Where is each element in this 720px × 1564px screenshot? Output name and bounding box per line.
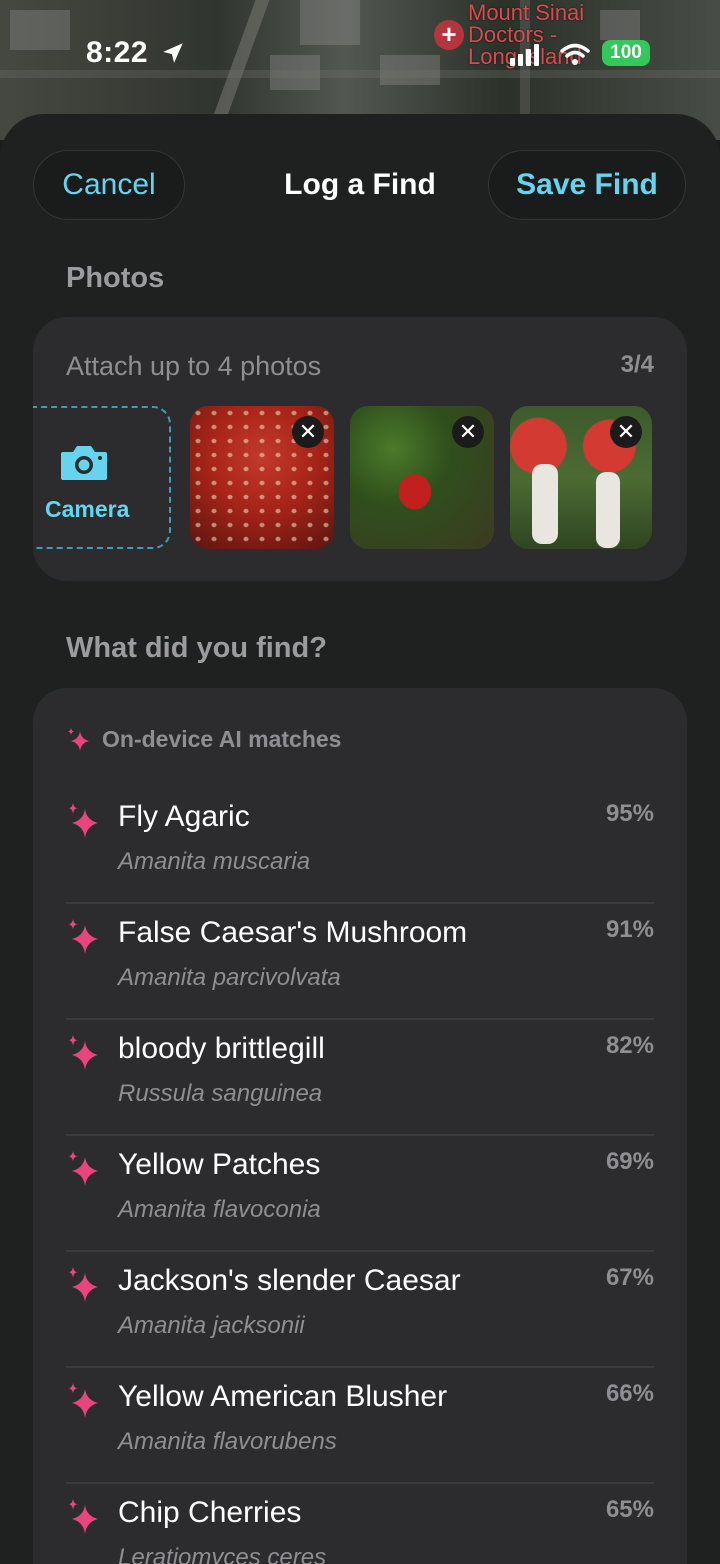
sparkle-icon <box>69 919 98 954</box>
sparkle-icon <box>69 1151 98 1186</box>
sparkle-icon <box>69 803 98 838</box>
match-scientific-name: Amanita flavoconia <box>118 1196 321 1223</box>
photo-count: 3/4 <box>620 351 654 378</box>
match-common-name: Chip Cherries <box>118 1496 302 1529</box>
camera-icon <box>61 446 107 480</box>
match-row[interactable]: Yellow Patches Amanita flavoconia 69% <box>66 1140 654 1256</box>
match-scientific-name: Amanita parcivolvata <box>118 964 341 991</box>
row-divider <box>66 1366 654 1368</box>
match-row[interactable]: Fly Agaric Amanita muscaria 95% <box>66 792 654 908</box>
match-confidence: 66% <box>605 1380 654 1407</box>
match-confidence: 69% <box>605 1148 654 1175</box>
row-divider <box>66 1250 654 1252</box>
match-scientific-name: Amanita muscaria <box>118 848 311 875</box>
photos-card: Attach up to 4 photos 3/4 Camera ✕ ✕ ✕ <box>33 317 687 581</box>
row-divider <box>66 1134 654 1136</box>
match-row[interactable]: Jackson's slender Caesar Amanita jacksoni… <box>66 1256 654 1372</box>
match-scientific-name: Amanita flavorubens <box>118 1428 337 1455</box>
sparkle-icon <box>69 1499 98 1534</box>
match-common-name: Yellow Patches <box>118 1148 321 1181</box>
match-common-name: Yellow American Blusher <box>118 1380 448 1413</box>
close-icon[interactable]: ✕ <box>452 416 484 448</box>
sparkle-icon <box>69 1035 98 1070</box>
photos-section-title: Photos <box>66 262 165 294</box>
photo-thumbnail[interactable]: ✕ <box>510 406 652 549</box>
match-confidence: 82% <box>605 1032 654 1059</box>
log-find-sheet: Cancel Log a Find Save Find Photos Attac… <box>0 114 720 1564</box>
camera-button[interactable]: Camera <box>33 406 171 549</box>
wifi-icon <box>560 43 590 65</box>
sparkle-icon <box>68 727 89 751</box>
match-common-name: False Caesar's Mushroom <box>118 916 468 949</box>
match-scientific-name: Leratiomyces ceres <box>118 1544 327 1564</box>
sparkle-icon <box>69 1267 98 1302</box>
match-row[interactable]: Chip Cherries Leratiomyces ceres 65% <box>66 1488 654 1564</box>
photo-thumbnail[interactable]: ✕ <box>350 406 494 549</box>
match-confidence: 67% <box>605 1264 654 1291</box>
row-divider <box>66 1482 654 1484</box>
sparkle-icon <box>69 1383 98 1418</box>
match-row[interactable]: Yellow American Blusher Amanita flavorube… <box>66 1372 654 1488</box>
row-divider <box>66 902 654 904</box>
save-find-button[interactable]: Save Find <box>488 150 686 220</box>
status-time: 8:22 <box>86 36 149 69</box>
match-confidence: 65% <box>605 1496 654 1523</box>
match-scientific-name: Amanita jacksonii <box>118 1312 305 1339</box>
match-common-name: bloody brittlegill <box>118 1032 325 1065</box>
attach-hint: Attach up to 4 photos <box>66 351 322 381</box>
ai-matches-label: On-device AI matches <box>102 726 342 752</box>
match-scientific-name: Russula sanguinea <box>118 1080 323 1107</box>
match-confidence: 91% <box>605 916 654 943</box>
row-divider <box>66 1018 654 1020</box>
cellular-signal-icon <box>510 44 539 66</box>
match-common-name: Jackson's slender Caesar <box>118 1264 461 1297</box>
photo-thumbnail[interactable]: ✕ <box>190 406 334 549</box>
sheet-header: Cancel Log a Find Save Find <box>0 150 720 222</box>
location-arrow-icon <box>163 43 183 63</box>
camera-label: Camera <box>45 496 130 522</box>
ai-matches-header: On-device AI matches <box>66 726 341 753</box>
ai-matches-card: On-device AI matches Fly Agaric Amanita m… <box>33 688 687 1564</box>
close-icon[interactable]: ✕ <box>292 416 324 448</box>
match-row[interactable]: False Caesar's Mushroom Amanita parcivolv… <box>66 908 654 1024</box>
close-icon[interactable]: ✕ <box>610 416 642 448</box>
battery-indicator: 100 <box>602 40 650 66</box>
match-common-name: Fly Agaric <box>118 800 250 833</box>
identify-section-title: What did you find? <box>66 632 327 664</box>
match-row[interactable]: bloody brittlegill Russula sanguinea 82% <box>66 1024 654 1140</box>
status-bar: 8:22 100 <box>0 0 720 110</box>
match-confidence: 95% <box>605 800 654 827</box>
